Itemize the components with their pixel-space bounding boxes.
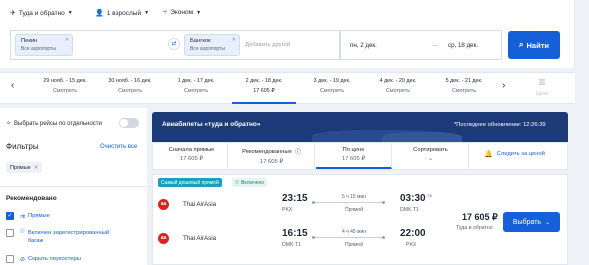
from-chip[interactable]: Пекин Все аэропорты ✕	[15, 34, 73, 56]
swap-icon[interactable]: ⇄	[168, 38, 180, 50]
date-option[interactable]: 5 дек. - 21 дек. Смотреть	[432, 72, 496, 104]
checkbox-checked[interactable]: ✓	[6, 212, 14, 220]
next-day-indicator: +1	[427, 193, 433, 198]
chevron-down-icon: ▼	[196, 9, 202, 16]
close-icon[interactable]: ✕	[65, 37, 69, 45]
date-option[interactable]: 29 нояб. - 15 дек. Смотреть	[33, 72, 97, 104]
chevron-left-icon[interactable]: ‹	[11, 80, 14, 91]
results-banner: Авиабилеты «туда и обратно» *Последнее о…	[152, 112, 568, 142]
sparkle-icon: ✧	[6, 121, 12, 127]
arrival-time: 03:30	[400, 193, 426, 204]
route-line	[314, 237, 382, 238]
route-dot	[382, 236, 385, 239]
active-filter-tag[interactable]: Прямые ✕	[6, 162, 43, 173]
date-option[interactable]: 30 нояб. - 16 дек. Смотреть	[98, 72, 162, 104]
airline-name: Thai AirAsia	[183, 235, 217, 242]
separate-flights-label: ✧ Выбрать рейсы по отдельности	[6, 120, 102, 128]
price-chart-label: Цена	[535, 91, 549, 97]
flight-duration: 5 ч 15 мин	[341, 194, 367, 200]
separate-flights-toggle[interactable]	[119, 118, 139, 128]
hide-icon: ⊘	[20, 256, 26, 263]
to-chip[interactable]: Бангкок Все аэропорты ✕	[184, 34, 240, 56]
return-date[interactable]: ср, 18 дек.	[448, 42, 478, 49]
clear-all-link[interactable]: Очистить все	[100, 144, 137, 150]
select-button[interactable]: Выбрать ⌄	[503, 212, 560, 232]
chevron-down-icon: ▼	[144, 10, 150, 16]
arrival-airport: DMK T1	[400, 207, 419, 213]
search-button[interactable]: ⌕ Найти	[508, 31, 560, 59]
flight-duration: 4 ч 45 мин	[341, 229, 367, 235]
direct-flight-icon: ⇉	[20, 213, 26, 220]
tab-recommended[interactable]: Рекомендованные ⓘ 17 605 ₽	[229, 143, 315, 169]
close-icon[interactable]: ✕	[34, 165, 39, 171]
airline-logo: aa	[158, 233, 169, 244]
search-icon: ⌕	[519, 40, 524, 49]
checkbox[interactable]	[6, 229, 14, 237]
track-price-button[interactable]: 🔔 Следить за ценой	[484, 150, 545, 158]
filter-option-lowcost[interactable]: ⊘ Скрыть лоукостеры	[6, 255, 81, 263]
chevron-down-icon: ⌄	[545, 219, 551, 226]
tab-recommended-label: Рекомендованные ⓘ	[242, 147, 301, 157]
add-destination-input[interactable]: Добавить другой	[245, 42, 290, 48]
filter-option-direct[interactable]: ✓ ⇉ Прямые	[6, 212, 50, 220]
departure-airport: DMK T1	[282, 242, 301, 248]
route-dot	[312, 236, 315, 239]
date-option[interactable]: 1 дек. - 17 дек. Смотреть	[164, 72, 228, 104]
stops-label: Прямой	[344, 207, 364, 213]
info-icon[interactable]: ⓘ	[295, 147, 301, 156]
checkbox[interactable]	[6, 255, 14, 263]
departure-airport: PKX	[282, 207, 293, 213]
total-price: 17 605 ₽	[462, 212, 498, 222]
date-option-selected[interactable]: 2 дек. - 18 дек. 17 605 ₽	[232, 72, 296, 104]
arrival-time: 22:00	[400, 228, 426, 239]
depart-date[interactable]: пн, 2 дек.	[350, 42, 377, 49]
arrival-airport: PKX	[406, 242, 417, 248]
stops-label: Прямой	[344, 242, 364, 248]
tab-direct-first[interactable]: Сначала прямые 17 605 ₽	[156, 143, 228, 169]
chevron-right-icon[interactable]: ›	[502, 80, 505, 91]
departure-time: 16:15	[282, 228, 308, 239]
route-dot	[312, 201, 315, 204]
cabin-dropdown[interactable]: ⑂ Эконом ▼	[163, 9, 201, 16]
sort-dropdown[interactable]: Сортировать ⌄	[393, 143, 469, 169]
route-dot	[382, 201, 385, 204]
chevron-down-icon: ▼	[67, 10, 73, 16]
tab-by-price[interactable]: По цене 17 605 ₽	[316, 143, 392, 169]
airline-name: Thai AirAsia	[183, 201, 217, 208]
date-separator: —	[432, 42, 439, 49]
route-line	[314, 202, 382, 203]
bell-icon: 🔔	[484, 151, 493, 158]
person-icon: 👤	[95, 10, 104, 17]
filter-option-baggage[interactable]: ⛆ Включен зарегистрированный багаж	[6, 229, 123, 245]
trip-type-dropdown[interactable]: ✈ Туда и обратно ▼	[10, 9, 73, 18]
passengers-dropdown[interactable]: 👤 1 взрослый ▼	[95, 9, 150, 18]
seat-icon: ⑂	[163, 9, 168, 16]
filters-title: Фильтры	[6, 142, 39, 151]
cheapest-direct-badge: Самый дешевый прямой	[158, 178, 222, 187]
price-note: Туда и обратно	[456, 225, 493, 231]
toggle-knob	[120, 119, 128, 127]
divider	[0, 186, 147, 187]
recommended-title: Рекомендовано	[6, 195, 57, 202]
bar-chart-icon[interactable]: ▥	[535, 77, 549, 86]
chevron-down-icon: ⌄	[428, 156, 433, 162]
date-option[interactable]: 4 дек. - 20 дек. Смотреть	[366, 72, 430, 104]
date-option[interactable]: 3 дек. - 19 дек. Смотреть	[300, 72, 364, 104]
banner-decoration	[382, 132, 462, 142]
close-icon[interactable]: ✕	[232, 37, 236, 45]
included-badge: ⛆ Включено	[232, 178, 268, 187]
last-updated: *Последнее обновление: 12:26:39	[454, 122, 546, 128]
baggage-icon: ⛆	[235, 179, 240, 186]
baggage-icon: ⛆	[20, 229, 25, 235]
departure-time: 23:15	[282, 193, 308, 204]
plane-icon: ✈	[10, 10, 16, 17]
banner-title: Авиабилеты «туда и обратно»	[162, 121, 261, 128]
airline-logo: aa	[158, 199, 169, 210]
